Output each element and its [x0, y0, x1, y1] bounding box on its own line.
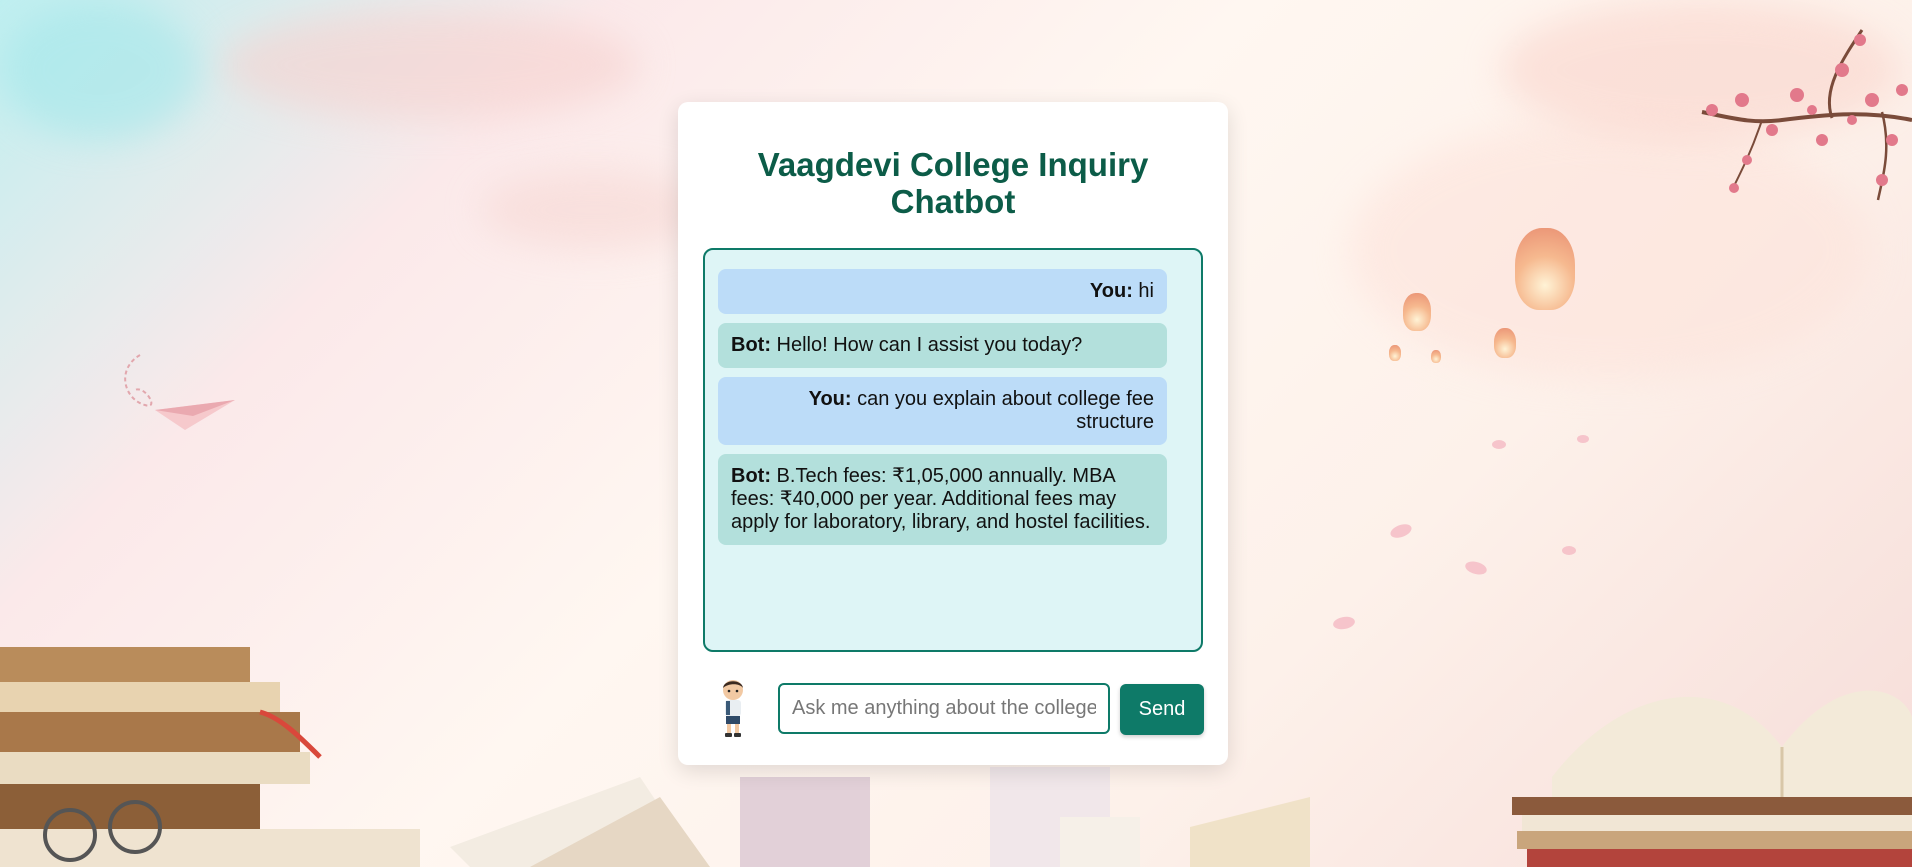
send-button[interactable]: Send	[1120, 684, 1204, 735]
bot-message: Bot: B.Tech fees: ₹1,05,000 annually. MB…	[718, 454, 1167, 545]
book-stack-left	[0, 647, 420, 867]
book-stack-center	[450, 767, 1310, 867]
message-sender: Bot:	[731, 334, 771, 356]
student-avatar-icon	[723, 680, 743, 737]
lantern	[1403, 293, 1431, 331]
lantern	[1431, 350, 1441, 363]
lantern	[1515, 228, 1575, 310]
page-title-line1: Vaagdevi College Inquiry	[757, 146, 1149, 183]
book-stack-right	[1512, 690, 1912, 867]
chatbot-card: Vaagdevi College Inquiry Chatbot You: hi…	[678, 102, 1228, 765]
message-text: B.Tech fees: ₹1,05,000 annually. MBA fee…	[731, 465, 1151, 533]
message-sender: Bot:	[731, 465, 771, 487]
user-message: You: can you explain about college fee s…	[718, 377, 1167, 445]
page-title: Vaagdevi College Inquiry Chatbot	[678, 146, 1228, 220]
message-text: hi	[1138, 280, 1154, 302]
bot-message: Bot: Hello! How can I assist you today?	[718, 323, 1167, 368]
lantern	[1389, 345, 1401, 361]
cherry-blossom-branch	[1701, 29, 1912, 201]
page-title-line2: Chatbot	[890, 183, 1016, 220]
message-sender: You:	[1089, 280, 1133, 302]
lantern	[1494, 328, 1516, 358]
user-message: You: hi	[718, 269, 1167, 314]
message-text: can you explain about college fee struct…	[857, 388, 1154, 433]
paper-plane-icon	[124, 354, 235, 430]
message-input[interactable]	[778, 683, 1110, 734]
chat-history[interactable]: You: hi Bot: Hello! How can I assist you…	[703, 248, 1203, 652]
message-sender: You:	[808, 388, 852, 410]
message-text: Hello! How can I assist you today?	[776, 334, 1083, 356]
